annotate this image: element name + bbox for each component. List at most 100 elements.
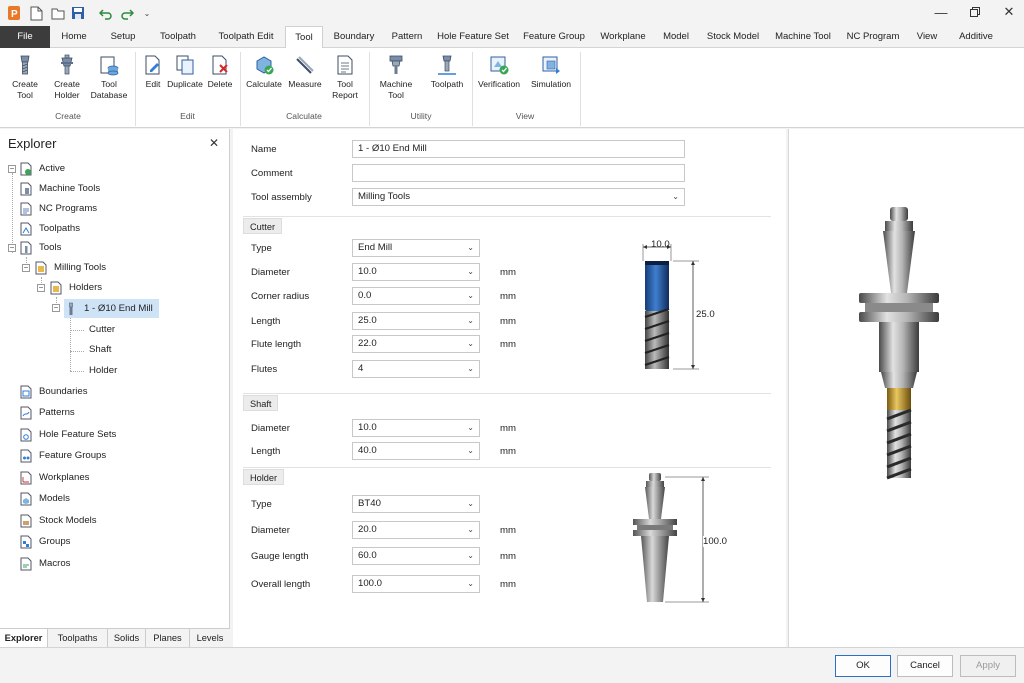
new-file-icon[interactable] (28, 5, 44, 21)
measure-button[interactable]: Measure (287, 54, 323, 90)
boundaries-icon (20, 385, 32, 399)
tab-setup[interactable]: Setup (100, 26, 146, 48)
tool-database-button[interactable]: Tool Database (88, 54, 130, 101)
delete-button[interactable]: Delete (205, 54, 235, 90)
tree-item-stock-models[interactable]: Stock Models (19, 512, 97, 530)
tree-item-macros[interactable]: Macros (19, 555, 70, 573)
tab-toolpath[interactable]: Toolpath (150, 26, 206, 48)
tree-item-nc-programs[interactable]: NC Programs (19, 200, 97, 218)
cutter-section-header: Cutter (243, 218, 283, 234)
flute-length-input[interactable]: 22.0 ⌄ (352, 335, 480, 353)
tool-shank (887, 388, 911, 410)
tree-item-milling-tools[interactable]: Milling Tools (34, 259, 106, 277)
comment-input[interactable] (352, 164, 685, 182)
tab-nc-program[interactable]: NC Program (840, 26, 906, 48)
machine-tool-label-2: Tool (388, 90, 404, 100)
chevron-down-icon[interactable]: ⌄ (140, 5, 154, 21)
tab-tool[interactable]: Tool (285, 26, 323, 49)
tree-item-boundaries[interactable]: Boundaries (19, 383, 88, 401)
tab-boundary[interactable]: Boundary (327, 26, 381, 48)
tree-item-holder[interactable]: Holder (89, 362, 117, 380)
apply-button[interactable]: Apply (960, 655, 1016, 677)
holder-diameter-input[interactable]: 20.0 ⌄ (352, 521, 480, 539)
chevron-down-icon: ⌄ (467, 291, 474, 300)
close-icon[interactable]: ✕ (992, 0, 1024, 24)
cancel-button[interactable]: Cancel (897, 655, 953, 677)
create-holder-button[interactable]: Create Holder (48, 54, 86, 101)
close-explorer-icon[interactable]: ✕ (209, 136, 219, 150)
bottom-tab-levels[interactable]: Levels (190, 629, 230, 648)
tab-file[interactable]: File (0, 26, 50, 48)
bottom-tab-toolpaths[interactable]: Toolpaths (48, 629, 108, 648)
verification-icon (490, 56, 509, 75)
tree-item-toolpaths[interactable]: Toolpaths (19, 220, 80, 238)
overall-length-input[interactable]: 100.0 ⌄ (352, 575, 480, 593)
tree-item-patterns[interactable]: Patterns (19, 404, 75, 422)
tab-hole-feature-set[interactable]: Hole Feature Set (433, 26, 513, 48)
minimize-icon[interactable]: — (924, 0, 958, 24)
create-tool-button[interactable]: Create Tool (6, 54, 44, 101)
folder-icon (35, 261, 47, 275)
tree-item-groups[interactable]: Groups (19, 533, 70, 551)
collapse-toggle[interactable]: − (22, 264, 30, 272)
shaft-diameter-input[interactable]: 10.0 ⌄ (352, 419, 480, 437)
collapse-toggle[interactable]: − (8, 244, 16, 252)
tool-report-button[interactable]: Tool Report (327, 54, 363, 101)
measure-icon (296, 56, 314, 74)
cutter-diameter-value: 10.0 (358, 266, 377, 277)
redo-icon[interactable] (119, 5, 135, 21)
gauge-length-input[interactable]: 60.0 ⌄ (352, 547, 480, 565)
toolpath-button[interactable]: Toolpath (426, 54, 468, 90)
cutter-diameter-input[interactable]: 10.0 ⌄ (352, 263, 480, 281)
tool-report-label-2: Report (332, 90, 358, 100)
tab-workplane[interactable]: Workplane (594, 26, 652, 48)
shaft-length-input[interactable]: 40.0 ⌄ (352, 442, 480, 460)
tab-machine-tool[interactable]: Machine Tool (770, 26, 836, 48)
name-input[interactable]: 1 - Ø10 End Mill (352, 140, 685, 158)
tree-item-models[interactable]: Models (19, 490, 70, 508)
save-icon[interactable] (70, 5, 86, 21)
tool-3d-preview[interactable] (788, 129, 1024, 647)
tool-assembly-select[interactable]: Milling Tools ⌄ (352, 188, 685, 206)
tree-item-selected-tool[interactable]: 1 - Ø10 End Mill (64, 299, 159, 318)
tree-item-feature-groups[interactable]: Feature Groups (19, 447, 106, 465)
verification-button[interactable]: Verification (476, 54, 522, 90)
collapse-toggle[interactable]: − (8, 165, 16, 173)
calculate-button[interactable]: Calculate (245, 54, 283, 90)
tab-view[interactable]: View (910, 26, 944, 48)
ok-button[interactable]: OK (835, 655, 891, 677)
holder-type-select[interactable]: BT40 ⌄ (352, 495, 480, 513)
tree-item-workplanes[interactable]: Workplanes (19, 469, 89, 487)
tree-item-cutter[interactable]: Cutter (89, 321, 115, 339)
tab-stock-model[interactable]: Stock Model (700, 26, 766, 48)
tree-item-hole-feature-sets[interactable]: Hole Feature Sets (19, 426, 116, 444)
corner-radius-input[interactable]: 0.0 ⌄ (352, 287, 480, 305)
bottom-tab-explorer[interactable]: Explorer (0, 629, 48, 648)
open-folder-icon[interactable] (50, 5, 66, 21)
collapse-toggle[interactable]: − (37, 284, 45, 292)
tab-additive[interactable]: Additive (950, 26, 1002, 48)
restore-icon[interactable] (958, 0, 992, 24)
end-mill-icon (20, 55, 30, 75)
tab-model[interactable]: Model (656, 26, 696, 48)
cutter-length-input[interactable]: 25.0 ⌄ (352, 312, 480, 330)
tree-item-shaft[interactable]: Shaft (89, 341, 111, 359)
collapse-toggle[interactable]: − (52, 304, 60, 312)
flutes-select[interactable]: 4 ⌄ (352, 360, 480, 378)
tab-feature-group[interactable]: Feature Group (518, 26, 590, 48)
tab-pattern[interactable]: Pattern (385, 26, 429, 48)
bottom-tab-planes[interactable]: Planes (146, 629, 190, 648)
tree-item-active[interactable]: Active (19, 160, 65, 178)
machine-tool-button[interactable]: Machine Tool (376, 54, 416, 101)
bottom-tab-solids[interactable]: Solids (108, 629, 146, 648)
cutter-type-select[interactable]: End Mill ⌄ (352, 239, 480, 257)
tree-item-machine-tools[interactable]: Machine Tools (19, 180, 100, 198)
edit-button[interactable]: Edit (140, 54, 166, 90)
duplicate-button[interactable]: Duplicate (167, 54, 203, 90)
tab-home[interactable]: Home (52, 26, 96, 48)
undo-icon[interactable] (98, 5, 114, 21)
tree-item-tools[interactable]: Tools (19, 239, 61, 257)
simulation-button[interactable]: Simulation (528, 54, 574, 90)
tab-toolpath-edit[interactable]: Toolpath Edit (210, 26, 282, 48)
tree-item-holders[interactable]: Holders (49, 279, 102, 297)
